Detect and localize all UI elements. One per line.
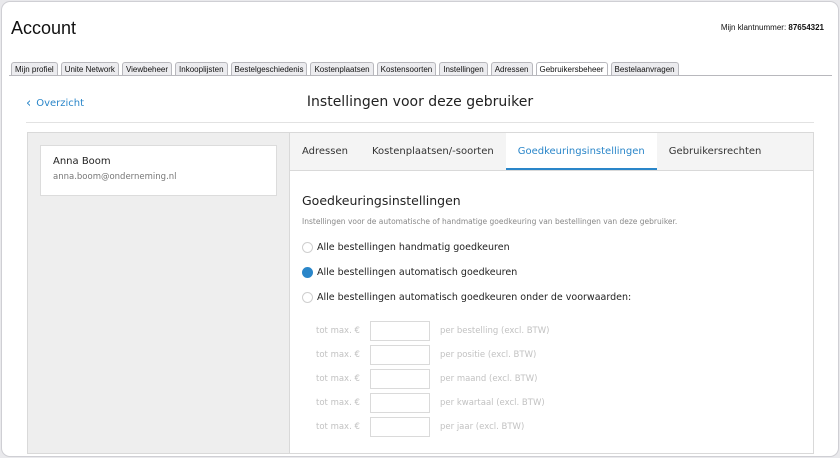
account-tabs: Mijn profiel Unite Network Viewbeheer In… — [11, 62, 679, 75]
limit-suffix: per kwartaal (excl. BTW) — [440, 398, 545, 408]
limit-quarter-input[interactable] — [370, 393, 430, 413]
tab-instellingen[interactable]: Instellingen — [439, 62, 488, 75]
tabs-divider — [9, 75, 832, 76]
tab-adressen[interactable]: Adressen — [490, 62, 533, 75]
tab-bestelaanvragen[interactable]: Bestelaanvragen — [610, 62, 679, 75]
radio-button-selected-icon — [302, 267, 313, 278]
subtab-kostenplaatsen-soorten[interactable]: Kostenplaatsen/-soorten — [360, 133, 506, 170]
user-name: Anna Boom — [53, 156, 111, 167]
limit-row-order: tot max. € per bestelling (excl. BTW) — [316, 319, 801, 343]
limit-suffix: per jaar (excl. BTW) — [440, 422, 525, 432]
approval-title: Goedkeuringsinstellingen — [302, 193, 461, 208]
limit-suffix: per positie (excl. BTW) — [440, 350, 537, 360]
limit-row-month: tot max. € per maand (excl. BTW) — [316, 367, 801, 391]
radio-label: Alle bestellingen automatisch goedkeuren… — [317, 292, 632, 303]
limit-month-input[interactable] — [370, 369, 430, 389]
customer-number-label: Mijn klantnummer: — [720, 23, 787, 32]
limit-row-year: tot max. € per jaar (excl. BTW) — [316, 415, 801, 439]
user-settings-panel: Anna Boom anna.boom@onderneming.nl Adres… — [27, 132, 814, 454]
tab-inkooplijsten[interactable]: Inkooplijsten — [175, 62, 228, 75]
tab-unite-network[interactable]: Unite Network — [60, 62, 119, 75]
radio-manual-approval[interactable]: Alle bestellingen handmatig goedkeuren — [302, 235, 801, 260]
header-divider — [26, 122, 814, 123]
radio-button-icon — [302, 292, 313, 303]
customer-number-value: 87654321 — [788, 23, 824, 32]
tab-kostensoorten[interactable]: Kostensoorten — [376, 62, 437, 75]
user-card[interactable]: Anna Boom anna.boom@onderneming.nl — [40, 145, 277, 196]
radio-conditional-approval[interactable]: Alle bestellingen automatisch goedkeuren… — [302, 285, 801, 310]
section-heading: Instellingen voor deze gebruiker — [306, 94, 534, 110]
page-title: Account — [11, 18, 77, 38]
subtab-gebruikersrechten[interactable]: Gebruikersrechten — [657, 133, 774, 170]
limit-prefix: tot max. € — [316, 374, 360, 384]
limit-year-input[interactable] — [370, 417, 430, 437]
limit-row-position: tot max. € per positie (excl. BTW) — [316, 343, 801, 367]
subtab-goedkeuringsinstellingen[interactable]: Goedkeuringsinstellingen — [505, 133, 657, 170]
tab-kostenplaatsen[interactable]: Kostenplaatsen — [310, 62, 374, 75]
limit-position-input[interactable] — [370, 345, 430, 365]
settings-tabs: Adressen Kostenplaatsen/-soorten Goedkeu… — [290, 133, 813, 171]
tab-bestelgeschiedenis[interactable]: Bestelgeschiedenis — [230, 62, 308, 75]
limit-row-quarter: tot max. € per kwartaal (excl. BTW) — [316, 391, 801, 415]
customer-number: Mijn klantnummer: 87654321 — [721, 23, 824, 32]
approval-settings: Goedkeuringsinstellingen Instellingen vo… — [302, 193, 801, 439]
subtab-adressen[interactable]: Adressen — [290, 133, 360, 170]
approval-description: Instellingen voor de automatische of han… — [302, 217, 678, 226]
limit-suffix: per bestelling (excl. BTW) — [440, 326, 550, 336]
limit-suffix: per maand (excl. BTW) — [440, 374, 538, 384]
user-email: anna.boom@onderneming.nl — [53, 172, 177, 182]
limit-order-input[interactable] — [370, 321, 430, 341]
approval-options: Alle bestellingen handmatig goedkeuren A… — [302, 235, 801, 310]
tab-viewbeheer[interactable]: Viewbeheer — [121, 62, 173, 75]
tab-gebruikersbeheer[interactable]: Gebruikersbeheer — [535, 62, 608, 75]
tab-mijn-profiel[interactable]: Mijn profiel — [11, 62, 58, 75]
limit-prefix: tot max. € — [316, 398, 360, 408]
approval-limits: tot max. € per bestelling (excl. BTW) to… — [302, 319, 801, 439]
settings-content: Adressen Kostenplaatsen/-soorten Goedkeu… — [290, 133, 813, 453]
limit-prefix: tot max. € — [316, 326, 360, 336]
limit-prefix: tot max. € — [316, 422, 360, 432]
radio-label: Alle bestellingen handmatig goedkeuren — [317, 242, 510, 253]
limit-prefix: tot max. € — [316, 350, 360, 360]
radio-label: Alle bestellingen automatisch goedkeuren — [317, 267, 518, 278]
user-list: Anna Boom anna.boom@onderneming.nl — [28, 133, 290, 453]
app-window: Account Mijn klantnummer: 87654321 Mijn … — [1, 1, 839, 457]
radio-button-icon — [302, 242, 313, 253]
radio-automatic-approval[interactable]: Alle bestellingen automatisch goedkeuren — [302, 260, 801, 285]
